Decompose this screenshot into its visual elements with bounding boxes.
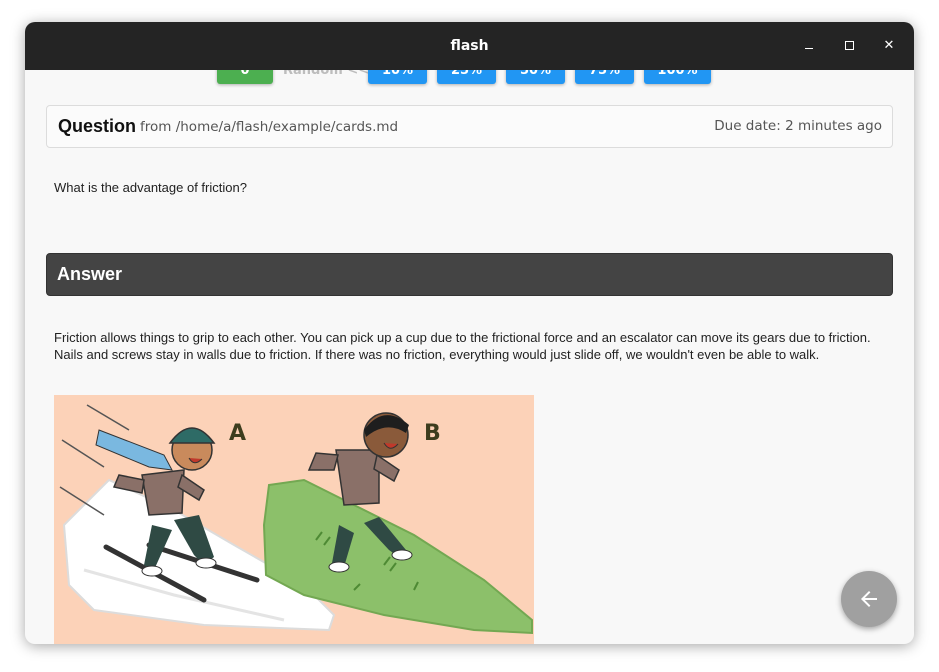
- window-title: flash: [450, 38, 489, 54]
- question-source-path: from /home/a/flash/example/cards.md: [140, 119, 399, 135]
- image-label-b: B: [424, 421, 441, 446]
- image-label-a: A: [229, 421, 246, 446]
- close-button[interactable]: ✕: [877, 34, 901, 58]
- minimize-button[interactable]: [797, 34, 821, 58]
- close-icon: ✕: [883, 38, 895, 53]
- back-fab-button[interactable]: [841, 571, 897, 627]
- rating-button-0[interactable]: 0: [217, 70, 273, 84]
- app-window: flash ✕ 0 Random << 10% 25% 50% 75% 100%…: [25, 22, 914, 644]
- due-date: Due date: 2 minutes ago: [714, 118, 882, 134]
- question-header: Question from /home/a/flash/example/card…: [46, 105, 893, 148]
- answer-header: Answer: [46, 253, 893, 296]
- question-title: Question: [58, 116, 137, 136]
- rating-button-10[interactable]: 10%: [368, 70, 427, 84]
- maximize-icon: [844, 41, 854, 50]
- rating-button-50[interactable]: 50%: [506, 70, 565, 84]
- rating-button-75[interactable]: 75%: [575, 70, 634, 84]
- rating-bar: 0 Random << 10% 25% 50% 75% 100%: [25, 70, 914, 84]
- answer-title: Answer: [57, 264, 123, 284]
- rating-button-25[interactable]: 25%: [437, 70, 496, 84]
- random-label: Random <<: [283, 70, 370, 78]
- question-text: What is the advantage of friction?: [54, 180, 247, 195]
- minimize-icon: [805, 48, 813, 49]
- arrow-left-icon: [861, 591, 877, 607]
- rating-button-100[interactable]: 100%: [644, 70, 711, 84]
- maximize-button[interactable]: [837, 34, 861, 58]
- answer-text: Friction allows things to grip to each o…: [54, 330, 871, 362]
- card-view: 0 Random << 10% 25% 50% 75% 100% Questio…: [25, 70, 914, 644]
- title-bar: flash ✕: [25, 22, 914, 70]
- friction-illustration: A B: [54, 395, 534, 644]
